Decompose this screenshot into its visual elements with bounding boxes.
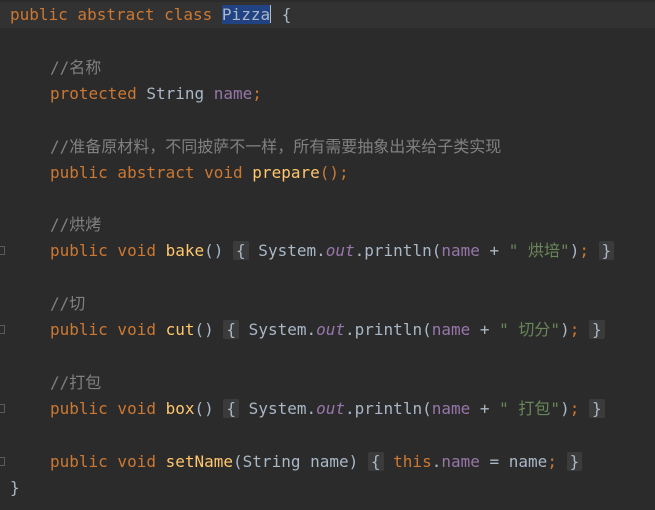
code-editor[interactable]: public abstract class Pizza { //名称 prote…	[0, 0, 655, 510]
semicolon-text: ;	[252, 84, 262, 103]
semicolon-text: ;	[569, 399, 580, 418]
parens-text: ()	[194, 320, 224, 339]
keyword-text: public abstract class	[10, 5, 222, 24]
method-name-text: box	[165, 399, 195, 418]
code-line-class-declaration[interactable]: public abstract class Pizza {	[0, 2, 655, 28]
method-name-text: bake	[165, 241, 205, 260]
keyword-text: protected	[50, 84, 147, 103]
operator-text: +	[479, 241, 509, 260]
folded-close-brace[interactable]: }	[588, 320, 605, 339]
comment-text: //打包	[50, 373, 102, 392]
code-line-prepare[interactable]: public abstract void prepare();	[0, 160, 349, 186]
static-field-text: out	[325, 241, 355, 260]
code-line-comment-cut[interactable]: //切	[0, 291, 85, 317]
this-keyword: this	[383, 452, 432, 471]
method-name-text: setName	[165, 452, 234, 471]
parens-text: ()	[194, 399, 224, 418]
code-line-comment-prepare[interactable]: //准备原材料，不同披萨不一样，所有需要抽象出来给子类实现	[0, 134, 501, 160]
field-text: name	[213, 84, 253, 103]
system-text: System.	[248, 241, 326, 260]
field-text: name	[441, 452, 480, 471]
static-field-text: out	[316, 320, 346, 339]
system-text: System.	[239, 399, 317, 418]
semicolon-text: ;	[579, 241, 589, 260]
code-line-comment-bake[interactable]: //烘烤	[0, 212, 101, 238]
folded-close-brace[interactable]: }	[588, 399, 605, 418]
paren-text: )	[569, 241, 580, 260]
operator-text: +	[470, 399, 500, 418]
code-line-box[interactable]: public void box() { System.out.println(n…	[0, 396, 605, 422]
comment-text: //名称	[50, 58, 102, 77]
keyword-text: public abstract void	[50, 163, 253, 182]
field-text: name	[441, 241, 480, 260]
punctuation-text: ();	[319, 163, 349, 182]
paren-text: )	[560, 320, 570, 339]
code-line-comment-name[interactable]: //名称	[0, 55, 101, 81]
semicolon-text: ;	[569, 320, 580, 339]
code-line-cut[interactable]: public void cut() { System.out.println(n…	[0, 317, 605, 343]
method-name-text: prepare	[252, 163, 320, 182]
folded-open-brace[interactable]: {	[233, 241, 249, 260]
code-line-field[interactable]: protected String name;	[0, 81, 262, 107]
println-text: .println(	[354, 241, 442, 260]
code-line-setname[interactable]: public void setName(String name) { this.…	[0, 449, 583, 475]
method-name-text: cut	[165, 320, 195, 339]
folded-close-brace[interactable]: }	[566, 452, 583, 471]
println-text: .println(	[345, 399, 432, 418]
semicolon-text: ;	[547, 452, 557, 471]
dot-text: .	[431, 452, 442, 471]
folded-open-brace[interactable]: {	[223, 399, 240, 418]
parens-text: ()	[204, 241, 234, 260]
keyword-text: public void	[50, 320, 166, 339]
type-text: String	[146, 84, 214, 103]
comment-text: //切	[50, 294, 86, 313]
folded-open-brace[interactable]: {	[223, 320, 240, 339]
comment-text: //烘烤	[50, 215, 102, 234]
code-line-comment-box[interactable]: //打包	[0, 370, 101, 396]
keyword-text: public void	[50, 452, 166, 471]
assign-text: = name	[479, 452, 548, 471]
string-literal: " 打包"	[499, 399, 561, 418]
println-text: .println(	[345, 320, 432, 339]
code-line-bake[interactable]: public void bake() { System.out.println(…	[0, 238, 615, 264]
string-literal: " 烘培"	[508, 241, 570, 260]
keyword-text: public void	[50, 241, 166, 260]
operator-text: +	[470, 320, 500, 339]
string-literal: " 切分"	[499, 320, 561, 339]
keyword-text: public void	[50, 399, 166, 418]
field-text: name	[431, 399, 471, 418]
brace-text: {	[272, 5, 292, 24]
folded-open-brace[interactable]: {	[367, 452, 384, 471]
field-text: name	[431, 320, 471, 339]
close-brace-text: }	[10, 478, 20, 497]
text-caret	[270, 5, 272, 23]
selected-class-name[interactable]: Pizza	[221, 5, 271, 24]
paren-text: )	[560, 399, 570, 418]
system-text: System.	[239, 320, 317, 339]
static-field-text: out	[316, 399, 346, 418]
folded-close-brace[interactable]: }	[598, 241, 615, 260]
comment-text: //准备原材料，不同披萨不一样，所有需要抽象出来给子类实现	[50, 137, 502, 156]
params-text: (String name)	[233, 452, 368, 471]
code-line-class-close[interactable]: }	[0, 475, 20, 501]
